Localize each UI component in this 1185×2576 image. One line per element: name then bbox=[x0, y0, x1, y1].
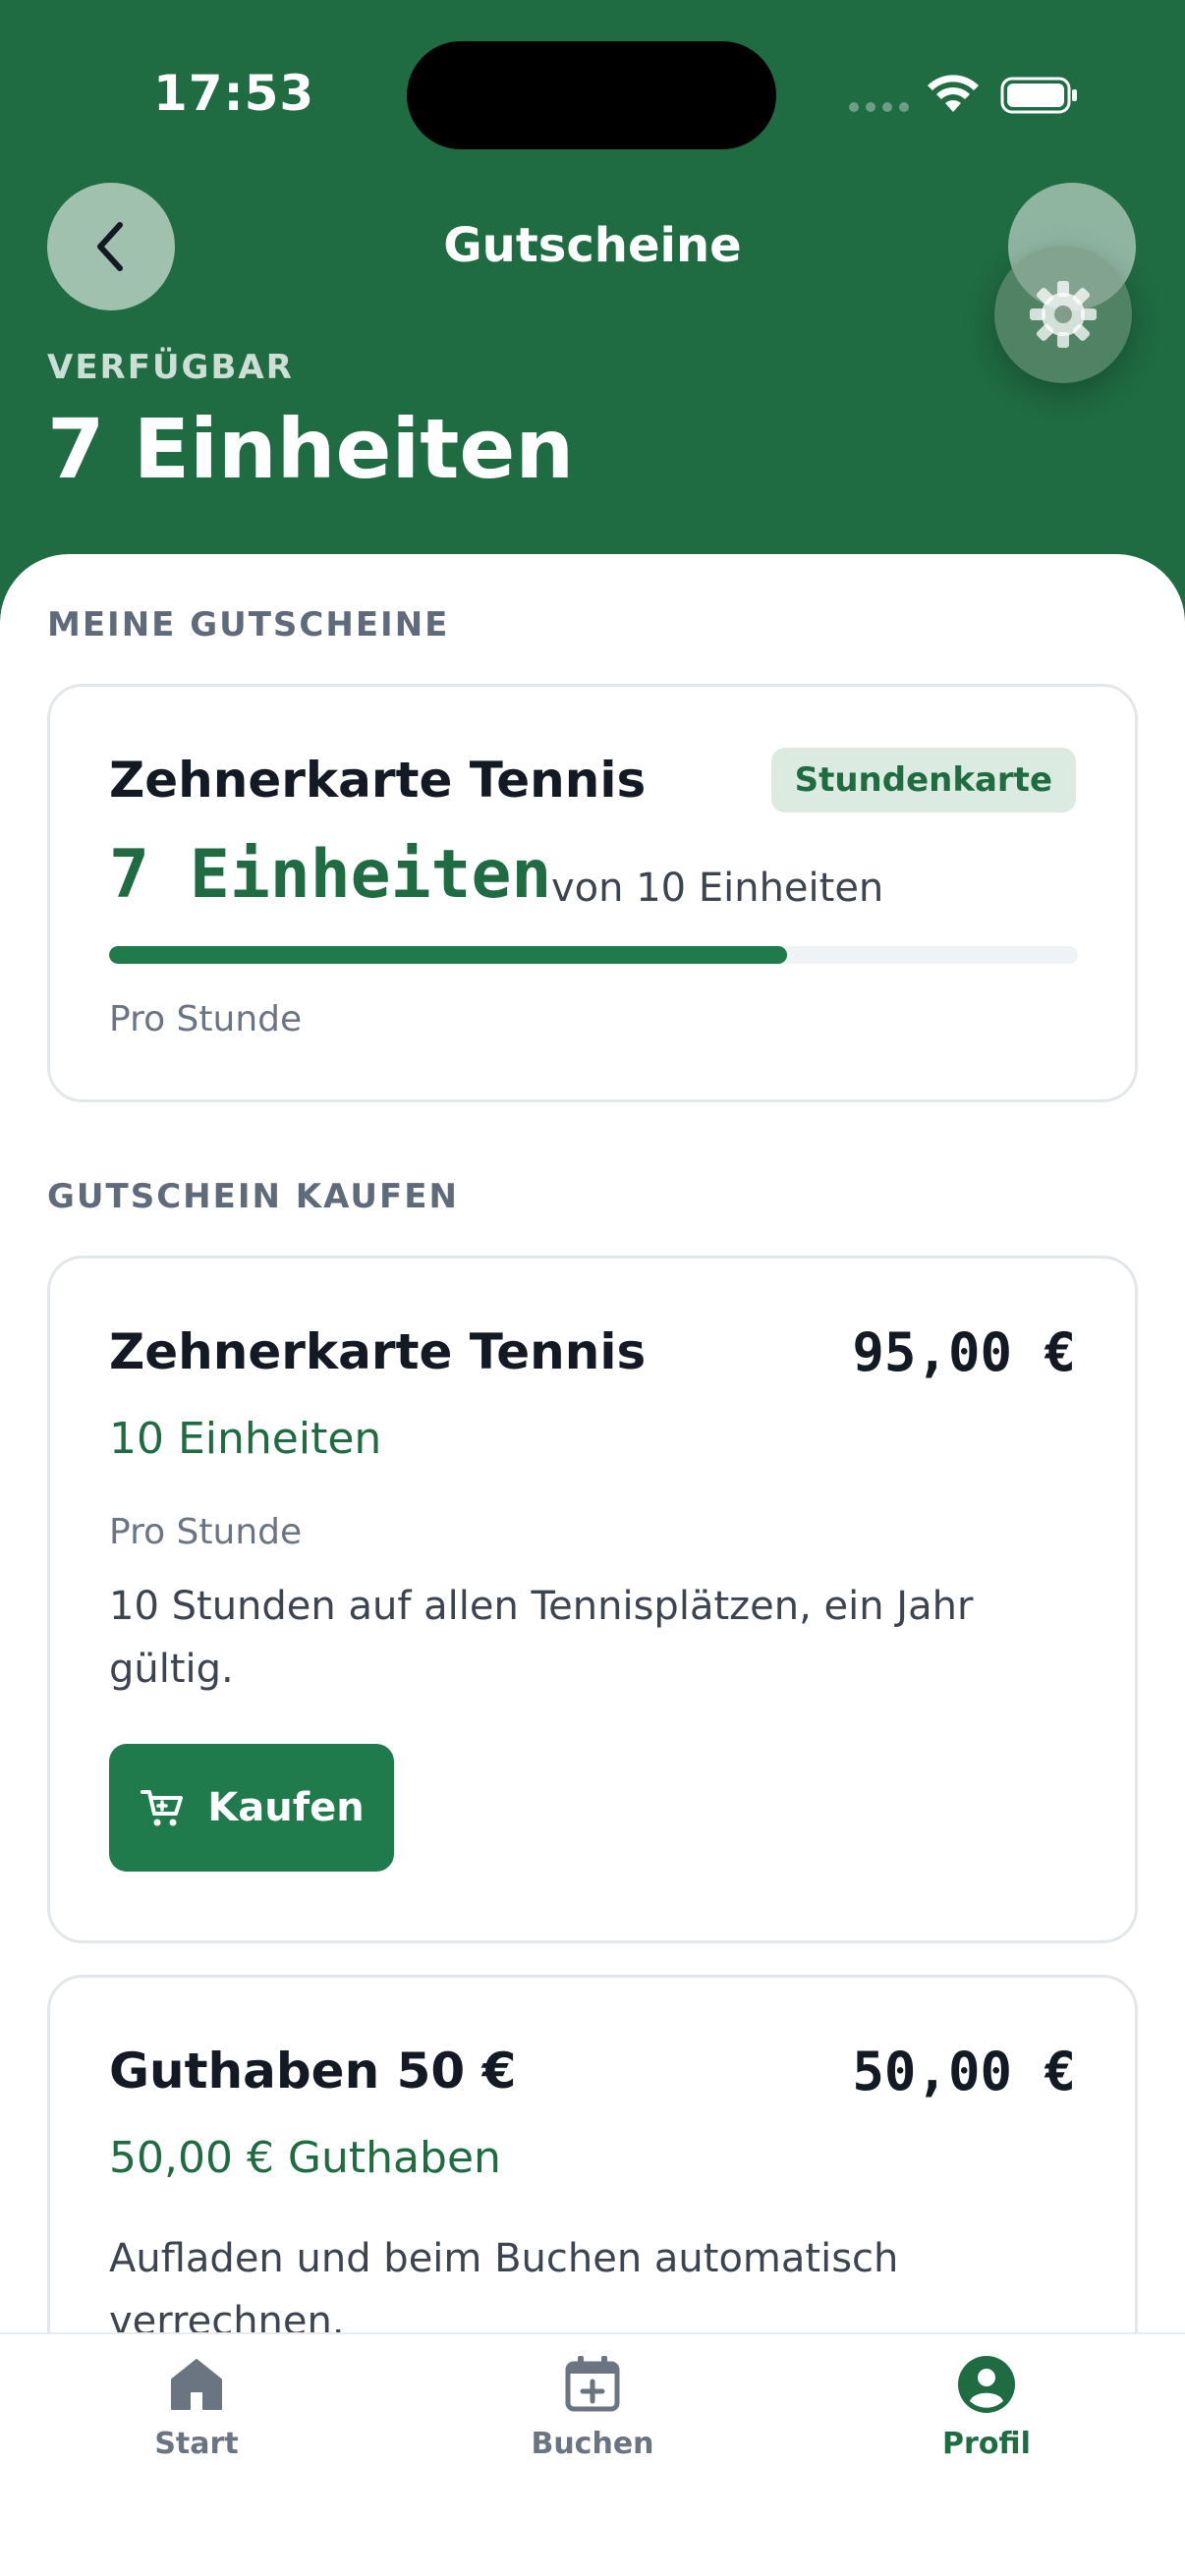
voucher-total: von 10 Einheiten bbox=[551, 866, 884, 911]
voucher-type-badge: Stundenkarte bbox=[770, 748, 1076, 812]
tab-label: Start bbox=[154, 2427, 239, 2461]
tab-label: Buchen bbox=[531, 2427, 654, 2461]
offer-title: Zehnerkarte Tennis bbox=[109, 1323, 647, 1380]
offer-price: 50,00 € bbox=[852, 2041, 1076, 2102]
section-buy-vouchers-label: GUTSCHEIN KAUFEN bbox=[47, 1177, 459, 1216]
screen: 17:53 Gutscheine VERFÜGBAR 7 Einheiten M… bbox=[0, 0, 1185, 2576]
settings-button[interactable] bbox=[994, 246, 1132, 383]
available-label: VERFÜGBAR bbox=[47, 348, 294, 387]
voucher-title: Zehnerkarte Tennis bbox=[109, 752, 647, 809]
voucher-progress-fill bbox=[109, 946, 788, 964]
gear-icon bbox=[1030, 281, 1097, 348]
owned-voucher-card[interactable]: Zehnerkarte Tennis Stundenkarte 7 Einhei… bbox=[47, 684, 1138, 1102]
buy-voucher-card: Zehnerkarte Tennis 95,00 € 10 Einheiten … bbox=[47, 1256, 1138, 1943]
buy-button-label: Kaufen bbox=[207, 1785, 365, 1830]
wifi-icon bbox=[928, 75, 979, 112]
status-time: 17:53 bbox=[153, 65, 315, 122]
user-circle-icon bbox=[958, 2356, 1015, 2413]
buy-credit-card: Guthaben 50 € 50,00 € 50,00 € Guthaben A… bbox=[47, 1975, 1138, 2332]
offer-description: 10 Stunden auf allen Tennisplätzen, ein … bbox=[109, 1584, 974, 1692]
header: 17:53 Gutscheine VERFÜGBAR 7 Einheiten bbox=[0, 0, 1185, 629]
content-sheet: MEINE GUTSCHEINE Zehnerkarte Tennis Stun… bbox=[0, 554, 1185, 2332]
buy-button[interactable]: Kaufen bbox=[109, 1744, 394, 1872]
cart-icon bbox=[141, 1790, 184, 1826]
offer-credit: 50,00 € Guthaben bbox=[109, 2133, 501, 2183]
calendar-plus-icon bbox=[565, 2356, 620, 2412]
tab-label: Profil bbox=[942, 2427, 1031, 2461]
voucher-unit: Pro Stunde bbox=[109, 999, 303, 1039]
home-icon bbox=[171, 2359, 222, 2410]
dynamic-island bbox=[407, 41, 776, 149]
offer-price: 95,00 € bbox=[852, 1321, 1076, 1383]
tab-buchen[interactable]: Buchen bbox=[475, 2354, 710, 2461]
offer-unit: Pro Stunde bbox=[109, 1512, 303, 1552]
offer-units: 10 Einheiten bbox=[109, 1414, 382, 1464]
section-my-vouchers-label: MEINE GUTSCHEINE bbox=[47, 605, 450, 644]
battery-icon bbox=[1000, 77, 1077, 114]
available-value: 7 Einheiten bbox=[47, 401, 575, 497]
tab-bar: Start Buchen Profil bbox=[0, 2332, 1185, 2576]
tab-profil[interactable]: Profil bbox=[869, 2354, 1104, 2461]
voucher-remaining: 7 Einheiten bbox=[109, 836, 552, 914]
tab-start[interactable]: Start bbox=[79, 2354, 314, 2461]
voucher-progress-bar bbox=[109, 946, 1078, 964]
offer-title: Guthaben 50 € bbox=[109, 2043, 517, 2100]
cellular-signal-icon bbox=[849, 102, 909, 112]
offer-description: Aufladen und beim Buchen automatisch ver… bbox=[109, 2236, 899, 2332]
